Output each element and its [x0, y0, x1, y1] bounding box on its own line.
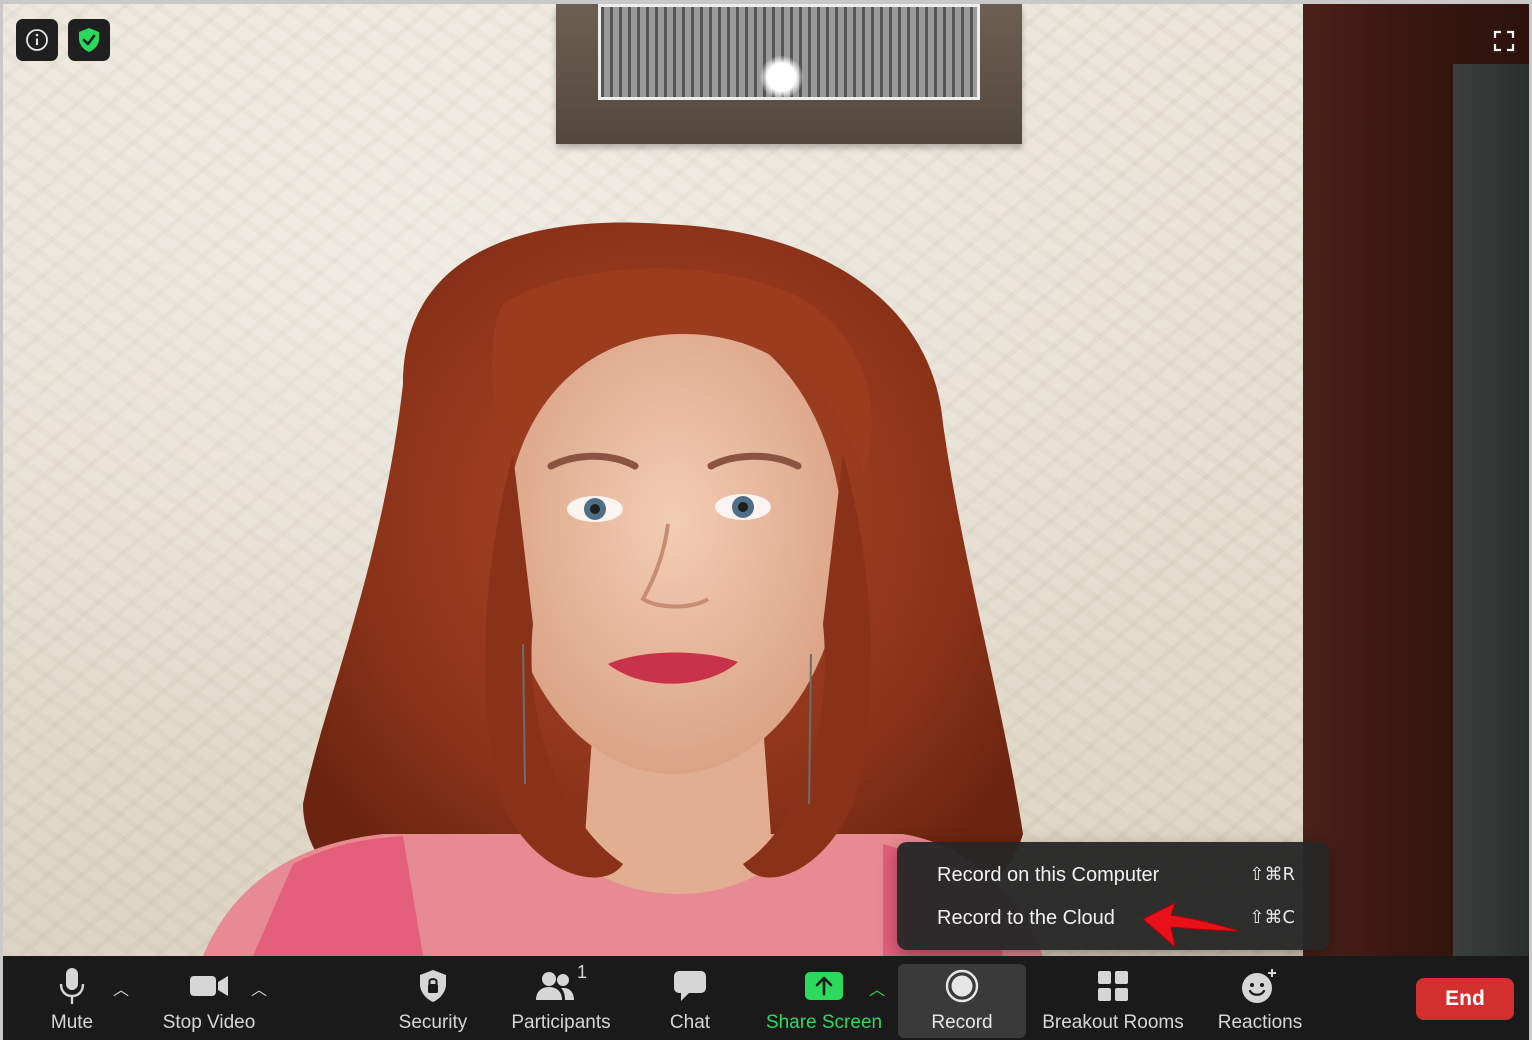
participants-count: 1	[576, 962, 587, 982]
reactions-smiley-icon	[1242, 969, 1276, 1003]
video-options-chevron-up-icon[interactable]: ︿	[249, 976, 269, 999]
reactions-button[interactable]: Reactions	[1210, 956, 1310, 1040]
annotation-arrow	[1142, 902, 1240, 949]
record-icon	[945, 969, 979, 1003]
breakout-rooms-label: Breakout Rooms	[1042, 1012, 1184, 1033]
share-screen-label: Share Screen	[765, 1012, 883, 1033]
menu-item-shortcut: ⇧⌘C	[1249, 907, 1295, 928]
record-button[interactable]: Record	[898, 964, 1026, 1038]
chat-bubble-icon	[674, 971, 706, 1001]
chat-label: Chat	[669, 1012, 711, 1033]
encryption-shield-icon	[79, 28, 99, 52]
menu-item-label: Record on this Computer	[937, 864, 1160, 886]
breakout-rooms-button[interactable]: Breakout Rooms	[1036, 956, 1190, 1040]
meeting-info-button[interactable]	[16, 19, 58, 61]
record-menu: Record on this Computer ⇧⌘R Record to th…	[897, 842, 1329, 950]
record-to-the-cloud-item[interactable]: Record to the Cloud ⇧⌘C	[897, 898, 1329, 938]
mute-label: Mute	[50, 1012, 94, 1033]
record-on-this-computer-item[interactable]: Record on this Computer ⇧⌘R	[897, 855, 1329, 895]
participants-button[interactable]: 1 Participants	[503, 956, 619, 1040]
chat-button[interactable]: Chat	[653, 956, 727, 1040]
participant-image	[203, 222, 1043, 956]
security-button[interactable]: Security	[387, 956, 479, 1040]
share-options-chevron-up-icon[interactable]: ︿	[867, 976, 887, 999]
security-label: Security	[398, 1012, 468, 1033]
stop-video-label: Stop Video	[162, 1012, 256, 1033]
zoom-meeting-window: Record on this Computer ⇧⌘R Record to th…	[0, 0, 1532, 1040]
participants-icon	[535, 972, 574, 1000]
mute-button[interactable]: Mute	[33, 956, 111, 1040]
menu-item-shortcut: ⇧⌘R	[1249, 864, 1295, 885]
encryption-status-button[interactable]	[68, 19, 110, 61]
record-label: Record	[931, 1012, 993, 1033]
video-camera-icon	[190, 976, 228, 996]
microphone-icon	[59, 968, 85, 1004]
menu-item-label: Record to the Cloud	[937, 907, 1115, 929]
participant-video: Record on this Computer ⇧⌘R Record to th…	[3, 4, 1529, 956]
stop-video-button[interactable]: Stop Video	[153, 956, 265, 1040]
share-screen-icon	[805, 972, 843, 1000]
info-icon	[26, 29, 48, 51]
fullscreen-icon[interactable]	[1493, 30, 1515, 52]
meeting-toolbar: Mute ︿ Stop Video ︿ Security 1 Participa…	[3, 956, 1529, 1040]
security-shield-icon	[420, 970, 446, 1002]
participants-label: Participants	[511, 1012, 611, 1033]
audio-options-chevron-up-icon[interactable]: ︿	[111, 976, 131, 999]
end-label: End	[1445, 987, 1485, 1010]
reactions-label: Reactions	[1217, 1012, 1303, 1033]
end-meeting-button[interactable]: End	[1416, 978, 1514, 1020]
breakout-rooms-grid-icon	[1098, 971, 1128, 1001]
